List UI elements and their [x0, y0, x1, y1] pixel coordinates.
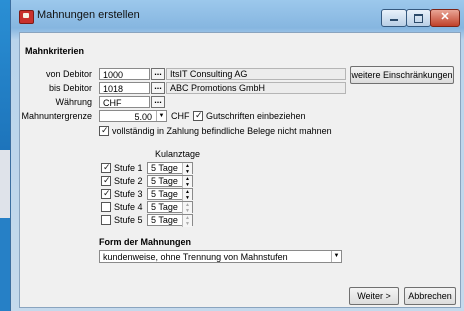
bis-debitor-lookup-button[interactable]: ...: [151, 82, 165, 94]
kulanztage-header: Kulanztage: [155, 149, 201, 159]
waehrung-label: Währung: [55, 97, 92, 107]
mahnuntergrenze-label: Mahnuntergrenze: [21, 111, 92, 121]
von-debitor-input[interactable]: 1000: [99, 68, 150, 80]
gutschriften-label: Gutschriften einbeziehen: [206, 111, 306, 121]
check-icon: ✓: [103, 188, 111, 198]
abbrechen-button[interactable]: Abbrechen: [404, 287, 456, 305]
dialog-client-area: Mahnkriterien von Debitor 1000 ... ItsIT…: [19, 32, 461, 308]
stufe-2-kulanz-input[interactable]: 5 Tage ▲ ▼: [147, 175, 193, 188]
window-title: Mahnungen erstellen: [37, 9, 140, 21]
check-icon: ✓: [103, 162, 111, 172]
stufe-3-kulanz-value: 5 Tage: [151, 189, 178, 199]
stufe-1-spinner[interactable]: ▲ ▼: [182, 163, 192, 175]
stufe-4-spinner[interactable]: ▲ ▼: [182, 202, 192, 214]
waehrung-input[interactable]: CHF: [99, 96, 150, 108]
stufe-4-kulanz-value: 5 Tage: [151, 202, 178, 212]
criteria-heading: Mahnkriterien: [25, 46, 85, 56]
form-dropdown-value: kundenweise, ohne Trennung von Mahnstufe…: [103, 252, 288, 262]
dialog-window: Mahnungen erstellen ✕ Mahnkriterien von …: [10, 0, 464, 311]
stufe-1-kulanz-value: 5 Tage: [151, 163, 178, 173]
stufe-4-label: Stufe 4: [114, 202, 143, 212]
check-icon: ✓: [101, 125, 109, 135]
title-bar[interactable]: Mahnungen erstellen ✕: [11, 0, 464, 30]
gutschriften-checkbox[interactable]: ✓: [193, 110, 203, 121]
von-debitor-name: ItsIT Consulting AG: [166, 68, 346, 80]
chevron-down-icon[interactable]: ▼: [331, 251, 341, 262]
mahnuntergrenze-value: 5.00: [134, 112, 152, 122]
maximize-button[interactable]: [406, 9, 431, 27]
vollstaendig-label: vollständig in Zahlung befindliche Beleg…: [112, 126, 332, 136]
close-icon: ✕: [440, 11, 450, 23]
weiter-button[interactable]: Weiter >: [349, 287, 399, 305]
maximize-icon: [414, 14, 423, 23]
stufe-5-kulanz-value: 5 Tage: [151, 215, 178, 225]
chevron-down-icon[interactable]: ▼: [156, 111, 166, 121]
von-debitor-lookup-button[interactable]: ...: [151, 68, 165, 80]
stufe-3-label: Stufe 3: [114, 189, 143, 199]
stufe-5-kulanz-input[interactable]: 5 Tage ▲ ▼: [147, 214, 193, 227]
minimize-icon: [390, 19, 398, 21]
bis-debitor-name: ABC Promotions GmbH: [166, 82, 346, 94]
stufe-1-checkbox[interactable]: ✓: [101, 162, 111, 173]
stufe-5-spinner[interactable]: ▲ ▼: [182, 215, 192, 227]
stufe-3-checkbox[interactable]: ✓: [101, 188, 111, 199]
stufe-3-kulanz-input[interactable]: 5 Tage ▲ ▼: [147, 188, 193, 201]
von-debitor-label: von Debitor: [45, 69, 92, 79]
stufe-2-checkbox[interactable]: ✓: [101, 175, 111, 186]
minimize-button[interactable]: [381, 9, 407, 27]
check-icon: ✓: [195, 110, 203, 120]
stufe-1-label: Stufe 1: [114, 163, 143, 173]
app-icon: [19, 10, 34, 24]
bis-debitor-label: bis Debitor: [48, 83, 92, 93]
vollstaendig-checkbox[interactable]: ✓: [99, 125, 109, 136]
stufe-2-label: Stufe 2: [114, 176, 143, 186]
mahnuntergrenze-input[interactable]: 5.00 ▼: [99, 110, 167, 122]
form-dropdown[interactable]: kundenweise, ohne Trennung von Mahnstufe…: [99, 250, 342, 263]
weitere-einschraenkungen-button[interactable]: weitere Einschränkungen: [350, 66, 454, 84]
stufe-2-spinner[interactable]: ▲ ▼: [182, 176, 192, 188]
mahnuntergrenze-unit: CHF: [171, 111, 190, 121]
stufe-4-kulanz-input[interactable]: 5 Tage ▲ ▼: [147, 201, 193, 214]
stufe-1-kulanz-input[interactable]: 5 Tage ▲ ▼: [147, 162, 193, 175]
waehrung-lookup-button[interactable]: ...: [151, 96, 165, 108]
stufe-5-checkbox[interactable]: [101, 215, 111, 225]
bis-debitor-input[interactable]: 1018: [99, 82, 150, 94]
check-icon: ✓: [103, 175, 111, 185]
form-heading: Form der Mahnungen: [99, 237, 191, 247]
stufe-3-spinner[interactable]: ▲ ▼: [182, 189, 192, 201]
stufe-4-checkbox[interactable]: [101, 202, 111, 212]
stufe-2-kulanz-value: 5 Tage: [151, 176, 178, 186]
stufe-5-label: Stufe 5: [114, 215, 143, 225]
close-button[interactable]: ✕: [430, 9, 460, 27]
